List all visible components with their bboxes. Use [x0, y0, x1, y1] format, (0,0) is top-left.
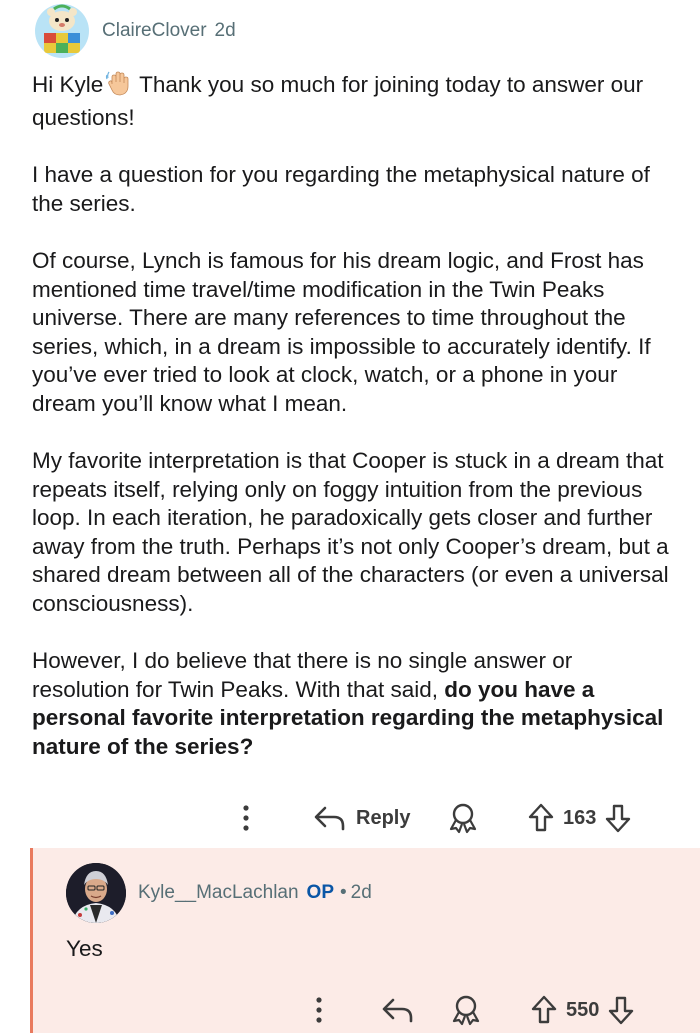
op-badge: OP	[306, 882, 334, 903]
vote-controls: 163	[527, 796, 632, 840]
award-icon[interactable]	[449, 988, 483, 1032]
award-icon[interactable]	[446, 796, 480, 840]
reply-age: 2d	[350, 882, 372, 903]
upvote-icon[interactable]	[527, 802, 555, 834]
comment-paragraph: However, I do believe that there is no s…	[32, 647, 672, 761]
greeting-text: Hi Kyle	[32, 72, 104, 97]
waving-hand-emoji	[105, 70, 131, 104]
reply-body: Yes	[66, 936, 103, 961]
more-options-icon[interactable]	[234, 796, 258, 840]
vote-count: 550	[566, 998, 600, 1021]
reply-button[interactable]: Reply	[312, 796, 410, 840]
reply-comment: Kyle__MacLachlan OP • 2d Yes 550	[30, 848, 700, 1033]
comment-paragraph: Hi Kyle Thank you so much for joining to…	[32, 70, 672, 132]
reply-arrow-icon[interactable]	[380, 988, 416, 1032]
user-photo-avatar[interactable]	[66, 863, 126, 923]
comment-action-bar: Reply 163	[0, 796, 700, 840]
downvote-icon[interactable]	[607, 994, 635, 1026]
comment-age: 2d	[214, 20, 236, 41]
comment-paragraph: I have a question for you regarding the …	[32, 162, 650, 216]
comment-body: Hi Kyle Thank you so much for joining to…	[32, 70, 672, 761]
reply-header: Kyle__MacLachlan OP • 2d	[66, 862, 372, 924]
meta-separator: •	[340, 882, 347, 903]
downvote-icon[interactable]	[604, 802, 632, 834]
reply-label: Reply	[356, 806, 411, 829]
comment-paragraph: Of course, Lynch is famous for his dream…	[32, 248, 651, 416]
reply-action-bar: 550	[3, 988, 700, 1032]
more-options-icon[interactable]	[307, 988, 331, 1032]
comment-author[interactable]: ClaireClover	[102, 20, 207, 42]
vote-count: 163	[563, 806, 597, 829]
comment-paragraph: My favorite interpretation is that Coope…	[32, 448, 669, 616]
vote-controls: 550	[530, 988, 635, 1032]
reply-arrow-icon	[312, 803, 348, 833]
reply-author[interactable]: Kyle__MacLachlan	[138, 882, 299, 904]
snoo-avatar[interactable]	[34, 3, 90, 59]
upvote-icon[interactable]	[530, 994, 558, 1026]
comment-thread: ClaireClover 2d Hi Kyle Thank you so muc…	[0, 0, 700, 1033]
comment-header: ClaireClover 2d	[34, 4, 236, 58]
